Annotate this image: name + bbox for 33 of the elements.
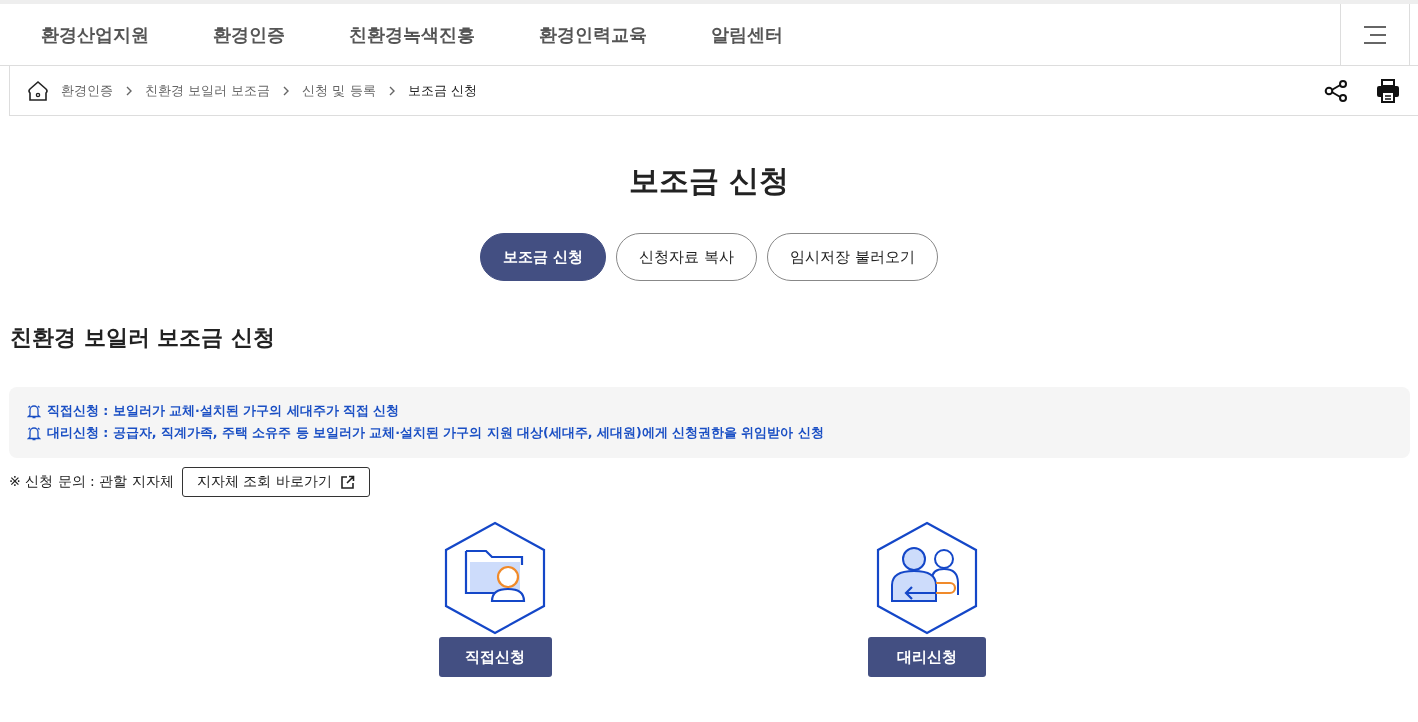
local-government-link-button[interactable]: 지자체 조회 바로가기 [181,467,370,497]
tab[interactable]: 보조금 신청 [480,233,607,281]
nav-item[interactable]: 알림센터 [711,22,783,47]
breadcrumb-link[interactable]: 보조금 신청 [407,81,477,100]
menu-icon [1362,24,1388,45]
two-people-arrow-icon [874,521,979,635]
folder-person-icon [443,521,547,635]
home-icon[interactable] [27,79,49,102]
chevron-icon [387,85,396,96]
share-icon[interactable] [1324,79,1348,102]
tab[interactable]: 신청자료 복사 [616,233,758,281]
bell-icon [27,426,41,441]
notice-text: 대리신청 : 공급자, 직계가족, 주택 소유주 등 보일러가 교체·설치된 가구의 지원 대상(세대주, 세대원)에게 신청권한을 위임받아 신청 [47,425,824,442]
bell-icon [27,404,41,419]
breadcrumb-link[interactable]: 친환경 보일러 보조금 [145,81,271,100]
nav-item[interactable]: 친환경녹색진흥 [349,22,475,47]
notice-text: 직접신청 : 보일러가 교체·설치된 가구의 세대주가 직접 신청 [47,403,400,420]
external-link-icon [339,474,355,490]
menu-button[interactable] [1340,4,1410,65]
nav-item[interactable]: 환경인력교육 [539,22,647,47]
breadcrumb-link[interactable]: 신청 및 등록 [302,81,376,100]
print-icon[interactable] [1376,78,1400,103]
apply-button[interactable]: 대리신청 [867,637,986,677]
tab[interactable]: 임시저장 불러오기 [767,233,938,281]
breadcrumb-link[interactable]: 환경인증 [61,81,113,100]
inquiry-text: ※ 신청 문의 : 관할 지자체 [9,473,174,491]
chevron-icon [125,85,133,96]
section-title: 친환경 보일러 보조금 신청 [10,324,276,352]
apply-button[interactable]: 직접신청 [438,637,552,677]
page-title: 보조금 신청 [627,162,791,200]
nav-item[interactable]: 환경인증 [213,22,285,47]
nav-item[interactable]: 환경산업지원 [41,22,149,47]
chevron-icon [282,85,291,96]
